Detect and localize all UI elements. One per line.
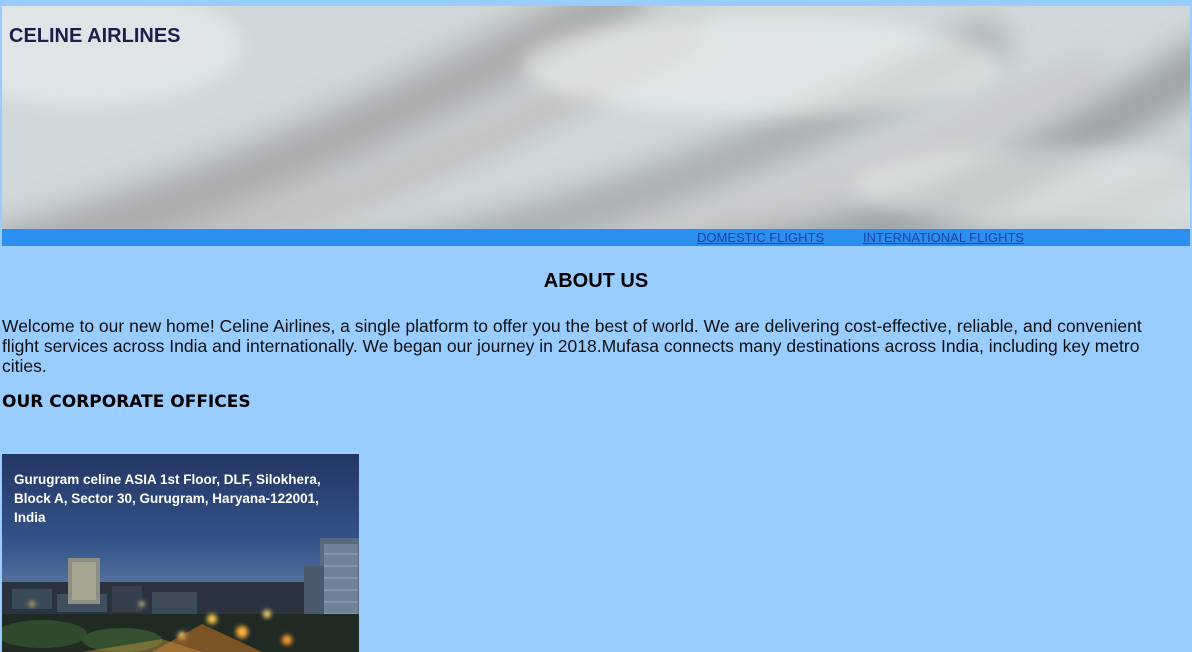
about-us-paragraph: Welcome to our new home! Celine Airlines…: [2, 316, 1142, 376]
office-card-gurugram: Gurugram celine ASIA 1st Floor, DLF, Sil…: [2, 454, 359, 652]
corporate-offices-heading: OUR CORPORATE OFFICES: [2, 392, 251, 412]
nav-link-international-flights[interactable]: INTERNATIONAL FLIGHTS: [863, 230, 1024, 245]
header-banner: CELINE AIRLINES: [2, 6, 1190, 230]
brand-title: CELINE AIRLINES: [9, 25, 181, 47]
navigation-bar: DOMESTIC FLIGHTS INTERNATIONAL FLIGHTS: [2, 229, 1190, 246]
page: CELINE AIRLINES DOMESTIC FLIGHTS INTERNA…: [0, 0, 1192, 652]
nav-link-domestic-flights[interactable]: DOMESTIC FLIGHTS: [697, 230, 824, 245]
office-address-text: Gurugram celine ASIA 1st Floor, DLF, Sil…: [14, 472, 321, 525]
about-us-heading: ABOUT US: [543, 270, 649, 292]
